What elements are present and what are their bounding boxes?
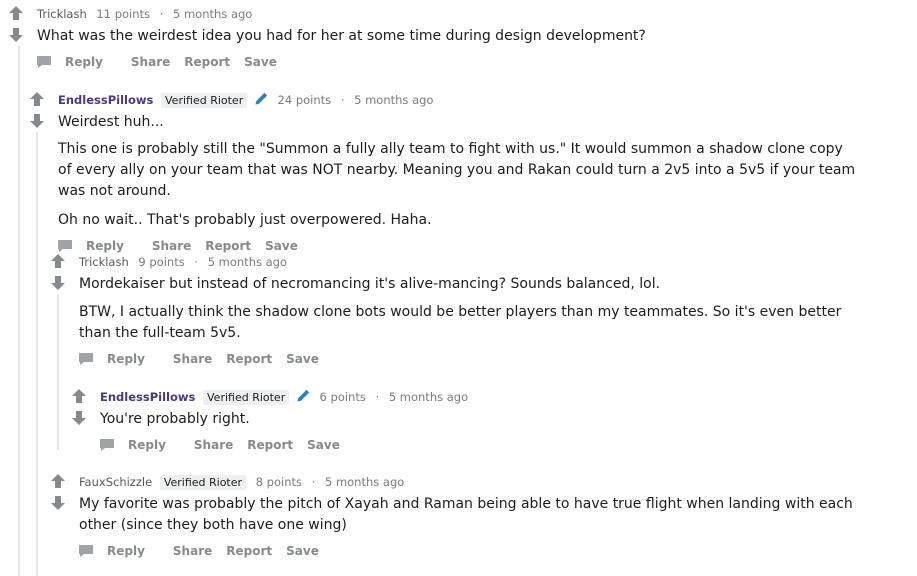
downvote-icon[interactable] bbox=[51, 276, 65, 290]
comment-paragraph: This one is probably still the "Summon a… bbox=[58, 141, 856, 199]
share-button[interactable]: Share bbox=[173, 352, 212, 366]
comment-paragraph: Mordekaiser but instead of necromancing … bbox=[79, 276, 661, 292]
report-button[interactable]: Report bbox=[205, 239, 251, 253]
report-button[interactable]: Report bbox=[247, 438, 293, 452]
thread-line[interactable] bbox=[18, 46, 20, 576]
report-button[interactable]: Report bbox=[184, 55, 230, 69]
reply-label: Reply bbox=[65, 55, 103, 69]
comment-paragraph: You're probably right. bbox=[100, 411, 250, 427]
user-flair: Verified Rioter bbox=[161, 93, 248, 108]
upvote-icon[interactable] bbox=[9, 6, 23, 20]
downvote-icon[interactable] bbox=[30, 114, 44, 128]
comment-body: Weirdest huh... This one is probably sti… bbox=[58, 112, 858, 231]
vote-controls bbox=[48, 254, 68, 290]
comment-actions: Reply Share Report Save bbox=[100, 438, 869, 452]
points: 9 points bbox=[138, 255, 185, 269]
user-flair: Verified Rioter bbox=[159, 475, 247, 490]
points: 6 points bbox=[319, 390, 366, 404]
comment-bubble-icon bbox=[37, 56, 51, 68]
thread-line[interactable] bbox=[57, 294, 59, 450]
downvote-icon[interactable] bbox=[72, 411, 86, 425]
points: 11 points bbox=[96, 7, 151, 21]
pencil-icon bbox=[254, 92, 268, 106]
points: 24 points bbox=[277, 93, 332, 107]
reply-label: Reply bbox=[86, 239, 124, 253]
downvote-icon[interactable] bbox=[51, 496, 65, 510]
vote-controls bbox=[48, 474, 68, 510]
separator: · bbox=[194, 255, 199, 269]
thread-line[interactable] bbox=[36, 132, 38, 576]
timestamp[interactable]: 5 months ago bbox=[208, 255, 287, 269]
comment-body: You're probably right. bbox=[100, 409, 869, 430]
upvote-icon[interactable] bbox=[30, 92, 44, 106]
separator: · bbox=[340, 93, 345, 107]
upvote-icon[interactable] bbox=[51, 474, 65, 488]
timestamp[interactable]: 5 months ago bbox=[173, 7, 252, 21]
save-button[interactable]: Save bbox=[244, 55, 277, 69]
reply-button[interactable]: Reply bbox=[37, 55, 117, 69]
reply-button[interactable]: Reply bbox=[79, 544, 159, 558]
downvote-icon[interactable] bbox=[9, 28, 23, 42]
author-link[interactable]: EndlessPillows bbox=[100, 390, 195, 404]
upvote-icon[interactable] bbox=[51, 254, 65, 268]
separator: · bbox=[311, 475, 316, 489]
comment-body: My favorite was probably the pitch of Xa… bbox=[79, 494, 859, 536]
pencil-icon bbox=[296, 389, 310, 403]
report-button[interactable]: Report bbox=[226, 352, 272, 366]
comment-actions: Reply Share Report Save bbox=[58, 239, 887, 253]
comment-paragraph: Weirdest huh... bbox=[58, 114, 164, 130]
comment-meta: FauxSchizzle Verified Rioter 8 points · … bbox=[79, 474, 878, 490]
save-button[interactable]: Save bbox=[286, 352, 319, 366]
separator: · bbox=[159, 7, 164, 21]
comment-paragraph: What was the weirdest idea you had for h… bbox=[37, 28, 646, 44]
comment-paragraph: BTW, I actually think the shadow clone b… bbox=[79, 304, 842, 341]
upvote-icon[interactable] bbox=[72, 389, 86, 403]
comment-actions: Reply Share Report Save bbox=[79, 352, 878, 366]
reply-label: Reply bbox=[107, 352, 145, 366]
comment-paragraph: My favorite was probably the pitch of Xa… bbox=[79, 496, 853, 533]
timestamp[interactable]: 5 months ago bbox=[389, 390, 468, 404]
comment-bubble-icon bbox=[79, 545, 93, 557]
reply-button[interactable]: Reply bbox=[100, 438, 180, 452]
comment-actions: Reply Share Report Save bbox=[79, 544, 878, 558]
comment-body: Mordekaiser but instead of necromancing … bbox=[79, 274, 874, 344]
share-button[interactable]: Share bbox=[131, 55, 170, 69]
timestamp[interactable]: 5 months ago bbox=[325, 475, 404, 489]
share-button[interactable]: Share bbox=[173, 544, 212, 558]
comment-meta: Tricklash 9 points · 5 months ago bbox=[79, 254, 878, 270]
comment-body: What was the weirdest idea you had for h… bbox=[37, 26, 906, 47]
comment-meta: EndlessPillows Verified Rioter 24 points… bbox=[58, 92, 887, 108]
reply-label: Reply bbox=[107, 544, 145, 558]
comment-meta: EndlessPillows Verified Rioter 6 points … bbox=[100, 389, 869, 405]
author-link[interactable]: FauxSchizzle bbox=[79, 475, 152, 489]
share-button[interactable]: Share bbox=[152, 239, 191, 253]
report-button[interactable]: Report bbox=[226, 544, 272, 558]
timestamp[interactable]: 5 months ago bbox=[354, 93, 433, 107]
comment-bubble-icon bbox=[58, 240, 72, 252]
points: 8 points bbox=[255, 475, 302, 489]
vote-controls bbox=[69, 389, 89, 425]
user-flair: Verified Rioter bbox=[203, 390, 290, 405]
author-link[interactable]: Tricklash bbox=[79, 255, 129, 269]
author-link[interactable]: Tricklash bbox=[37, 7, 87, 21]
reply-label: Reply bbox=[128, 438, 166, 452]
vote-controls bbox=[27, 92, 47, 128]
save-button[interactable]: Save bbox=[286, 544, 319, 558]
comment-meta: Tricklash 11 points · 5 months ago bbox=[37, 6, 906, 22]
comment-bubble-icon bbox=[100, 439, 114, 451]
vote-controls bbox=[6, 6, 26, 42]
save-button[interactable]: Save bbox=[307, 438, 340, 452]
author-link[interactable]: EndlessPillows bbox=[58, 93, 153, 107]
comment-paragraph: Oh no wait.. That's probably just overpo… bbox=[58, 212, 432, 228]
comment-actions: Reply Share Report Save bbox=[37, 55, 906, 69]
comment-bubble-icon bbox=[79, 353, 93, 365]
save-button[interactable]: Save bbox=[265, 239, 298, 253]
reply-button[interactable]: Reply bbox=[58, 239, 138, 253]
share-button[interactable]: Share bbox=[194, 438, 233, 452]
separator: · bbox=[375, 390, 380, 404]
reply-button[interactable]: Reply bbox=[79, 352, 159, 366]
